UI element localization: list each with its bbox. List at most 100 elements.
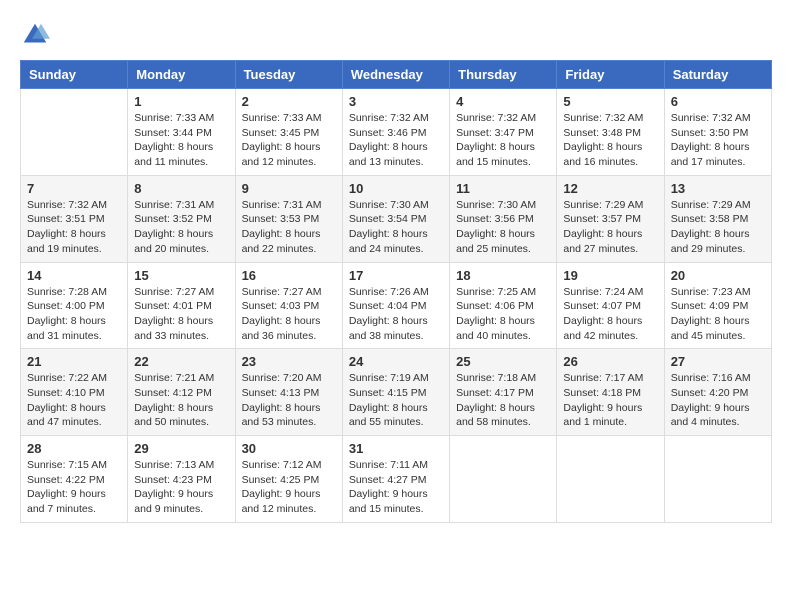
day-number: 24 bbox=[349, 354, 443, 369]
day-number: 28 bbox=[27, 441, 121, 456]
day-number: 2 bbox=[242, 94, 336, 109]
day-info: Sunrise: 7:27 AM Sunset: 4:03 PM Dayligh… bbox=[242, 285, 336, 344]
day-info: Sunrise: 7:25 AM Sunset: 4:06 PM Dayligh… bbox=[456, 285, 550, 344]
day-header-sunday: Sunday bbox=[21, 61, 128, 89]
calendar-cell bbox=[450, 436, 557, 523]
calendar-cell: 27 Sunrise: 7:16 AM Sunset: 4:20 PM Dayli… bbox=[664, 349, 771, 436]
day-info: Sunrise: 7:31 AM Sunset: 3:53 PM Dayligh… bbox=[242, 198, 336, 257]
calendar-cell: 24 Sunrise: 7:19 AM Sunset: 4:15 PM Dayli… bbox=[342, 349, 449, 436]
calendar-week-row: 7Sunrise: 7:32 AM Sunset: 3:51 PM Daylig… bbox=[21, 175, 772, 262]
day-info: Sunrise: 7:32 AM Sunset: 3:47 PM Dayligh… bbox=[456, 111, 550, 170]
day-header-monday: Monday bbox=[128, 61, 235, 89]
calendar-cell: 29Sunrise: 7:13 AM Sunset: 4:23 PM Dayli… bbox=[128, 436, 235, 523]
logo-icon bbox=[20, 20, 50, 50]
day-info: Sunrise: 7:32 AM Sunset: 3:46 PM Dayligh… bbox=[349, 111, 443, 170]
calendar-cell: 16 Sunrise: 7:27 AM Sunset: 4:03 PM Dayli… bbox=[235, 262, 342, 349]
day-info: Sunrise: 7:15 AM Sunset: 4:22 PM Dayligh… bbox=[27, 458, 121, 517]
day-number: 9 bbox=[242, 181, 336, 196]
calendar-cell: 2 Sunrise: 7:33 AM Sunset: 3:45 PM Daylig… bbox=[235, 89, 342, 176]
day-number: 27 bbox=[671, 354, 765, 369]
calendar-cell: 31 Sunrise: 7:11 AM Sunset: 4:27 PM Dayli… bbox=[342, 436, 449, 523]
day-header-friday: Friday bbox=[557, 61, 664, 89]
day-number: 18 bbox=[456, 268, 550, 283]
calendar-cell: 28 Sunrise: 7:15 AM Sunset: 4:22 PM Dayli… bbox=[21, 436, 128, 523]
calendar-cell: 14Sunrise: 7:28 AM Sunset: 4:00 PM Dayli… bbox=[21, 262, 128, 349]
day-number: 6 bbox=[671, 94, 765, 109]
calendar-cell: 8Sunrise: 7:31 AM Sunset: 3:52 PM Daylig… bbox=[128, 175, 235, 262]
day-number: 20 bbox=[671, 268, 765, 283]
calendar-cell bbox=[557, 436, 664, 523]
calendar-header-row: SundayMondayTuesdayWednesdayThursdayFrid… bbox=[21, 61, 772, 89]
calendar-cell: 1 Sunrise: 7:33 AM Sunset: 3:44 PM Daylig… bbox=[128, 89, 235, 176]
day-info: Sunrise: 7:19 AM Sunset: 4:15 PM Dayligh… bbox=[349, 371, 443, 430]
day-number: 3 bbox=[349, 94, 443, 109]
day-number: 25 bbox=[456, 354, 550, 369]
day-number: 17 bbox=[349, 268, 443, 283]
calendar-cell: 13 Sunrise: 7:29 AM Sunset: 3:58 PM Dayli… bbox=[664, 175, 771, 262]
calendar-cell: 3 Sunrise: 7:32 AM Sunset: 3:46 PM Daylig… bbox=[342, 89, 449, 176]
calendar-cell: 19Sunrise: 7:24 AM Sunset: 4:07 PM Dayli… bbox=[557, 262, 664, 349]
calendar-cell: 7Sunrise: 7:32 AM Sunset: 3:51 PM Daylig… bbox=[21, 175, 128, 262]
day-number: 8 bbox=[134, 181, 228, 196]
day-info: Sunrise: 7:23 AM Sunset: 4:09 PM Dayligh… bbox=[671, 285, 765, 344]
day-number: 1 bbox=[134, 94, 228, 109]
day-number: 11 bbox=[456, 181, 550, 196]
calendar-cell: 10 Sunrise: 7:30 AM Sunset: 3:54 PM Dayli… bbox=[342, 175, 449, 262]
day-header-tuesday: Tuesday bbox=[235, 61, 342, 89]
day-number: 13 bbox=[671, 181, 765, 196]
day-number: 22 bbox=[134, 354, 228, 369]
calendar-cell: 17 Sunrise: 7:26 AM Sunset: 4:04 PM Dayli… bbox=[342, 262, 449, 349]
calendar-week-row: 21 Sunrise: 7:22 AM Sunset: 4:10 PM Dayli… bbox=[21, 349, 772, 436]
calendar-week-row: 28 Sunrise: 7:15 AM Sunset: 4:22 PM Dayli… bbox=[21, 436, 772, 523]
day-number: 12 bbox=[563, 181, 657, 196]
calendar-cell: 22 Sunrise: 7:21 AM Sunset: 4:12 PM Dayli… bbox=[128, 349, 235, 436]
calendar-cell: 9 Sunrise: 7:31 AM Sunset: 3:53 PM Daylig… bbox=[235, 175, 342, 262]
calendar-cell: 12 Sunrise: 7:29 AM Sunset: 3:57 PM Dayli… bbox=[557, 175, 664, 262]
calendar-cell: 4 Sunrise: 7:32 AM Sunset: 3:47 PM Daylig… bbox=[450, 89, 557, 176]
day-info: Sunrise: 7:32 AM Sunset: 3:50 PM Dayligh… bbox=[671, 111, 765, 170]
day-info: Sunrise: 7:27 AM Sunset: 4:01 PM Dayligh… bbox=[134, 285, 228, 344]
logo bbox=[20, 20, 54, 50]
day-info: Sunrise: 7:29 AM Sunset: 3:57 PM Dayligh… bbox=[563, 198, 657, 257]
calendar-week-row: 14Sunrise: 7:28 AM Sunset: 4:00 PM Dayli… bbox=[21, 262, 772, 349]
day-info: Sunrise: 7:29 AM Sunset: 3:58 PM Dayligh… bbox=[671, 198, 765, 257]
day-header-thursday: Thursday bbox=[450, 61, 557, 89]
day-number: 30 bbox=[242, 441, 336, 456]
day-info: Sunrise: 7:16 AM Sunset: 4:20 PM Dayligh… bbox=[671, 371, 765, 430]
calendar-cell: 11 Sunrise: 7:30 AM Sunset: 3:56 PM Dayli… bbox=[450, 175, 557, 262]
day-info: Sunrise: 7:26 AM Sunset: 4:04 PM Dayligh… bbox=[349, 285, 443, 344]
day-number: 5 bbox=[563, 94, 657, 109]
day-number: 23 bbox=[242, 354, 336, 369]
day-number: 31 bbox=[349, 441, 443, 456]
day-number: 4 bbox=[456, 94, 550, 109]
day-header-wednesday: Wednesday bbox=[342, 61, 449, 89]
day-info: Sunrise: 7:28 AM Sunset: 4:00 PM Dayligh… bbox=[27, 285, 121, 344]
day-info: Sunrise: 7:18 AM Sunset: 4:17 PM Dayligh… bbox=[456, 371, 550, 430]
day-info: Sunrise: 7:33 AM Sunset: 3:44 PM Dayligh… bbox=[134, 111, 228, 170]
calendar-cell bbox=[664, 436, 771, 523]
calendar-cell bbox=[21, 89, 128, 176]
calendar-cell: 30Sunrise: 7:12 AM Sunset: 4:25 PM Dayli… bbox=[235, 436, 342, 523]
day-number: 26 bbox=[563, 354, 657, 369]
day-info: Sunrise: 7:32 AM Sunset: 3:48 PM Dayligh… bbox=[563, 111, 657, 170]
day-number: 10 bbox=[349, 181, 443, 196]
day-number: 7 bbox=[27, 181, 121, 196]
day-info: Sunrise: 7:11 AM Sunset: 4:27 PM Dayligh… bbox=[349, 458, 443, 517]
day-info: Sunrise: 7:30 AM Sunset: 3:56 PM Dayligh… bbox=[456, 198, 550, 257]
calendar-table: SundayMondayTuesdayWednesdayThursdayFrid… bbox=[20, 60, 772, 523]
day-info: Sunrise: 7:20 AM Sunset: 4:13 PM Dayligh… bbox=[242, 371, 336, 430]
day-info: Sunrise: 7:30 AM Sunset: 3:54 PM Dayligh… bbox=[349, 198, 443, 257]
day-number: 21 bbox=[27, 354, 121, 369]
calendar-cell: 21 Sunrise: 7:22 AM Sunset: 4:10 PM Dayli… bbox=[21, 349, 128, 436]
calendar-cell: 20 Sunrise: 7:23 AM Sunset: 4:09 PM Dayli… bbox=[664, 262, 771, 349]
day-info: Sunrise: 7:22 AM Sunset: 4:10 PM Dayligh… bbox=[27, 371, 121, 430]
day-info: Sunrise: 7:33 AM Sunset: 3:45 PM Dayligh… bbox=[242, 111, 336, 170]
calendar-cell: 6 Sunrise: 7:32 AM Sunset: 3:50 PM Daylig… bbox=[664, 89, 771, 176]
day-number: 15 bbox=[134, 268, 228, 283]
day-number: 16 bbox=[242, 268, 336, 283]
day-info: Sunrise: 7:21 AM Sunset: 4:12 PM Dayligh… bbox=[134, 371, 228, 430]
calendar-cell: 26Sunrise: 7:17 AM Sunset: 4:18 PM Dayli… bbox=[557, 349, 664, 436]
day-number: 19 bbox=[563, 268, 657, 283]
day-info: Sunrise: 7:13 AM Sunset: 4:23 PM Dayligh… bbox=[134, 458, 228, 517]
day-header-saturday: Saturday bbox=[664, 61, 771, 89]
